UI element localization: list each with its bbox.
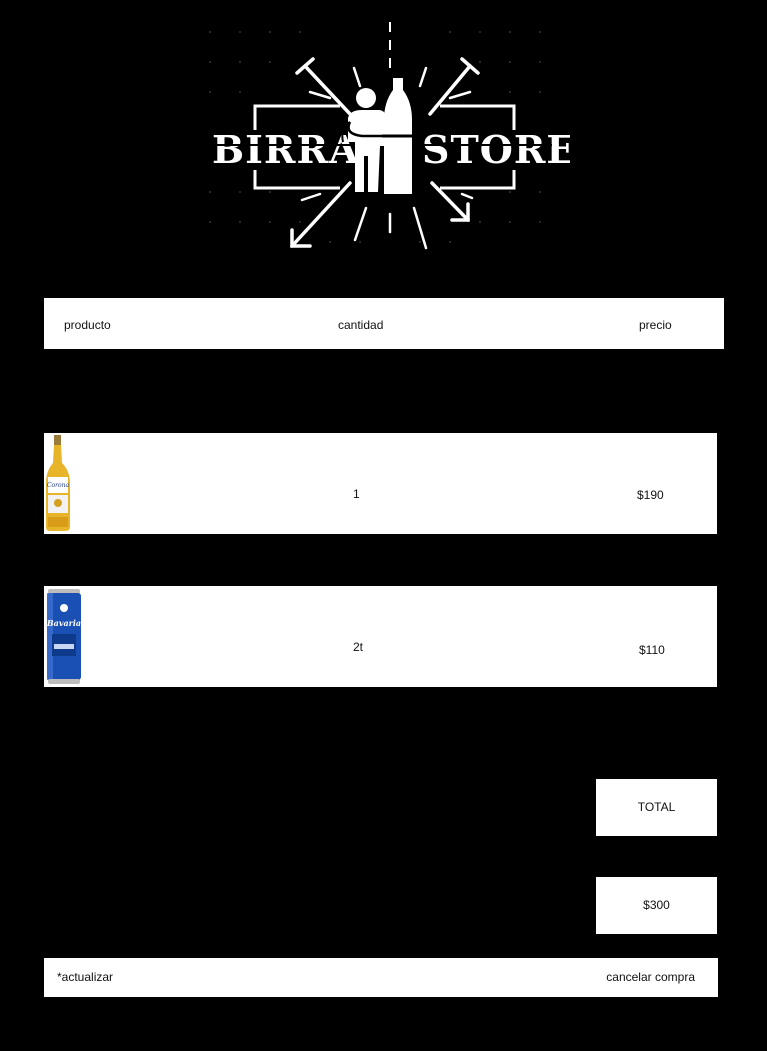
total-label: TOTAL xyxy=(596,779,717,836)
cart-item-row: Corona 1 $190 xyxy=(44,433,717,534)
header-price-label: precio xyxy=(639,318,672,332)
cancel-purchase-link[interactable]: cancelar compra xyxy=(606,970,695,984)
corona-beer-bottle-icon: Corona xyxy=(44,433,84,534)
item-price: $190 xyxy=(637,488,664,502)
item-quantity: 1 xyxy=(353,487,360,501)
bavaria-beer-can-icon: Bavaria xyxy=(44,586,84,687)
brand-word-left: BIRRA xyxy=(212,127,360,172)
person-with-bottle-icon xyxy=(341,78,412,194)
item-quantity: 2t xyxy=(353,640,364,654)
birra-store-logo: BIRRA STORE xyxy=(200,18,570,258)
svg-text:Corona: Corona xyxy=(47,482,70,489)
brand-word-right: STORE xyxy=(422,127,570,172)
cart-header-row: producto cantidad precio xyxy=(44,298,724,349)
update-cart-link[interactable]: *actualizar xyxy=(57,970,113,984)
total-value: $300 xyxy=(596,877,717,934)
cart-item-row: Bavaria 2t $110 xyxy=(44,586,717,687)
header-quantity-label: cantidad xyxy=(338,318,384,332)
item-price: $110 xyxy=(639,643,665,657)
cart-page: BIRRA STORE producto cantidad precio Cor… xyxy=(0,0,767,1051)
header-product-label: producto xyxy=(64,318,111,332)
cart-actions-bar: *actualizar cancelar compra xyxy=(44,958,718,997)
svg-text:Bavaria: Bavaria xyxy=(46,618,81,628)
